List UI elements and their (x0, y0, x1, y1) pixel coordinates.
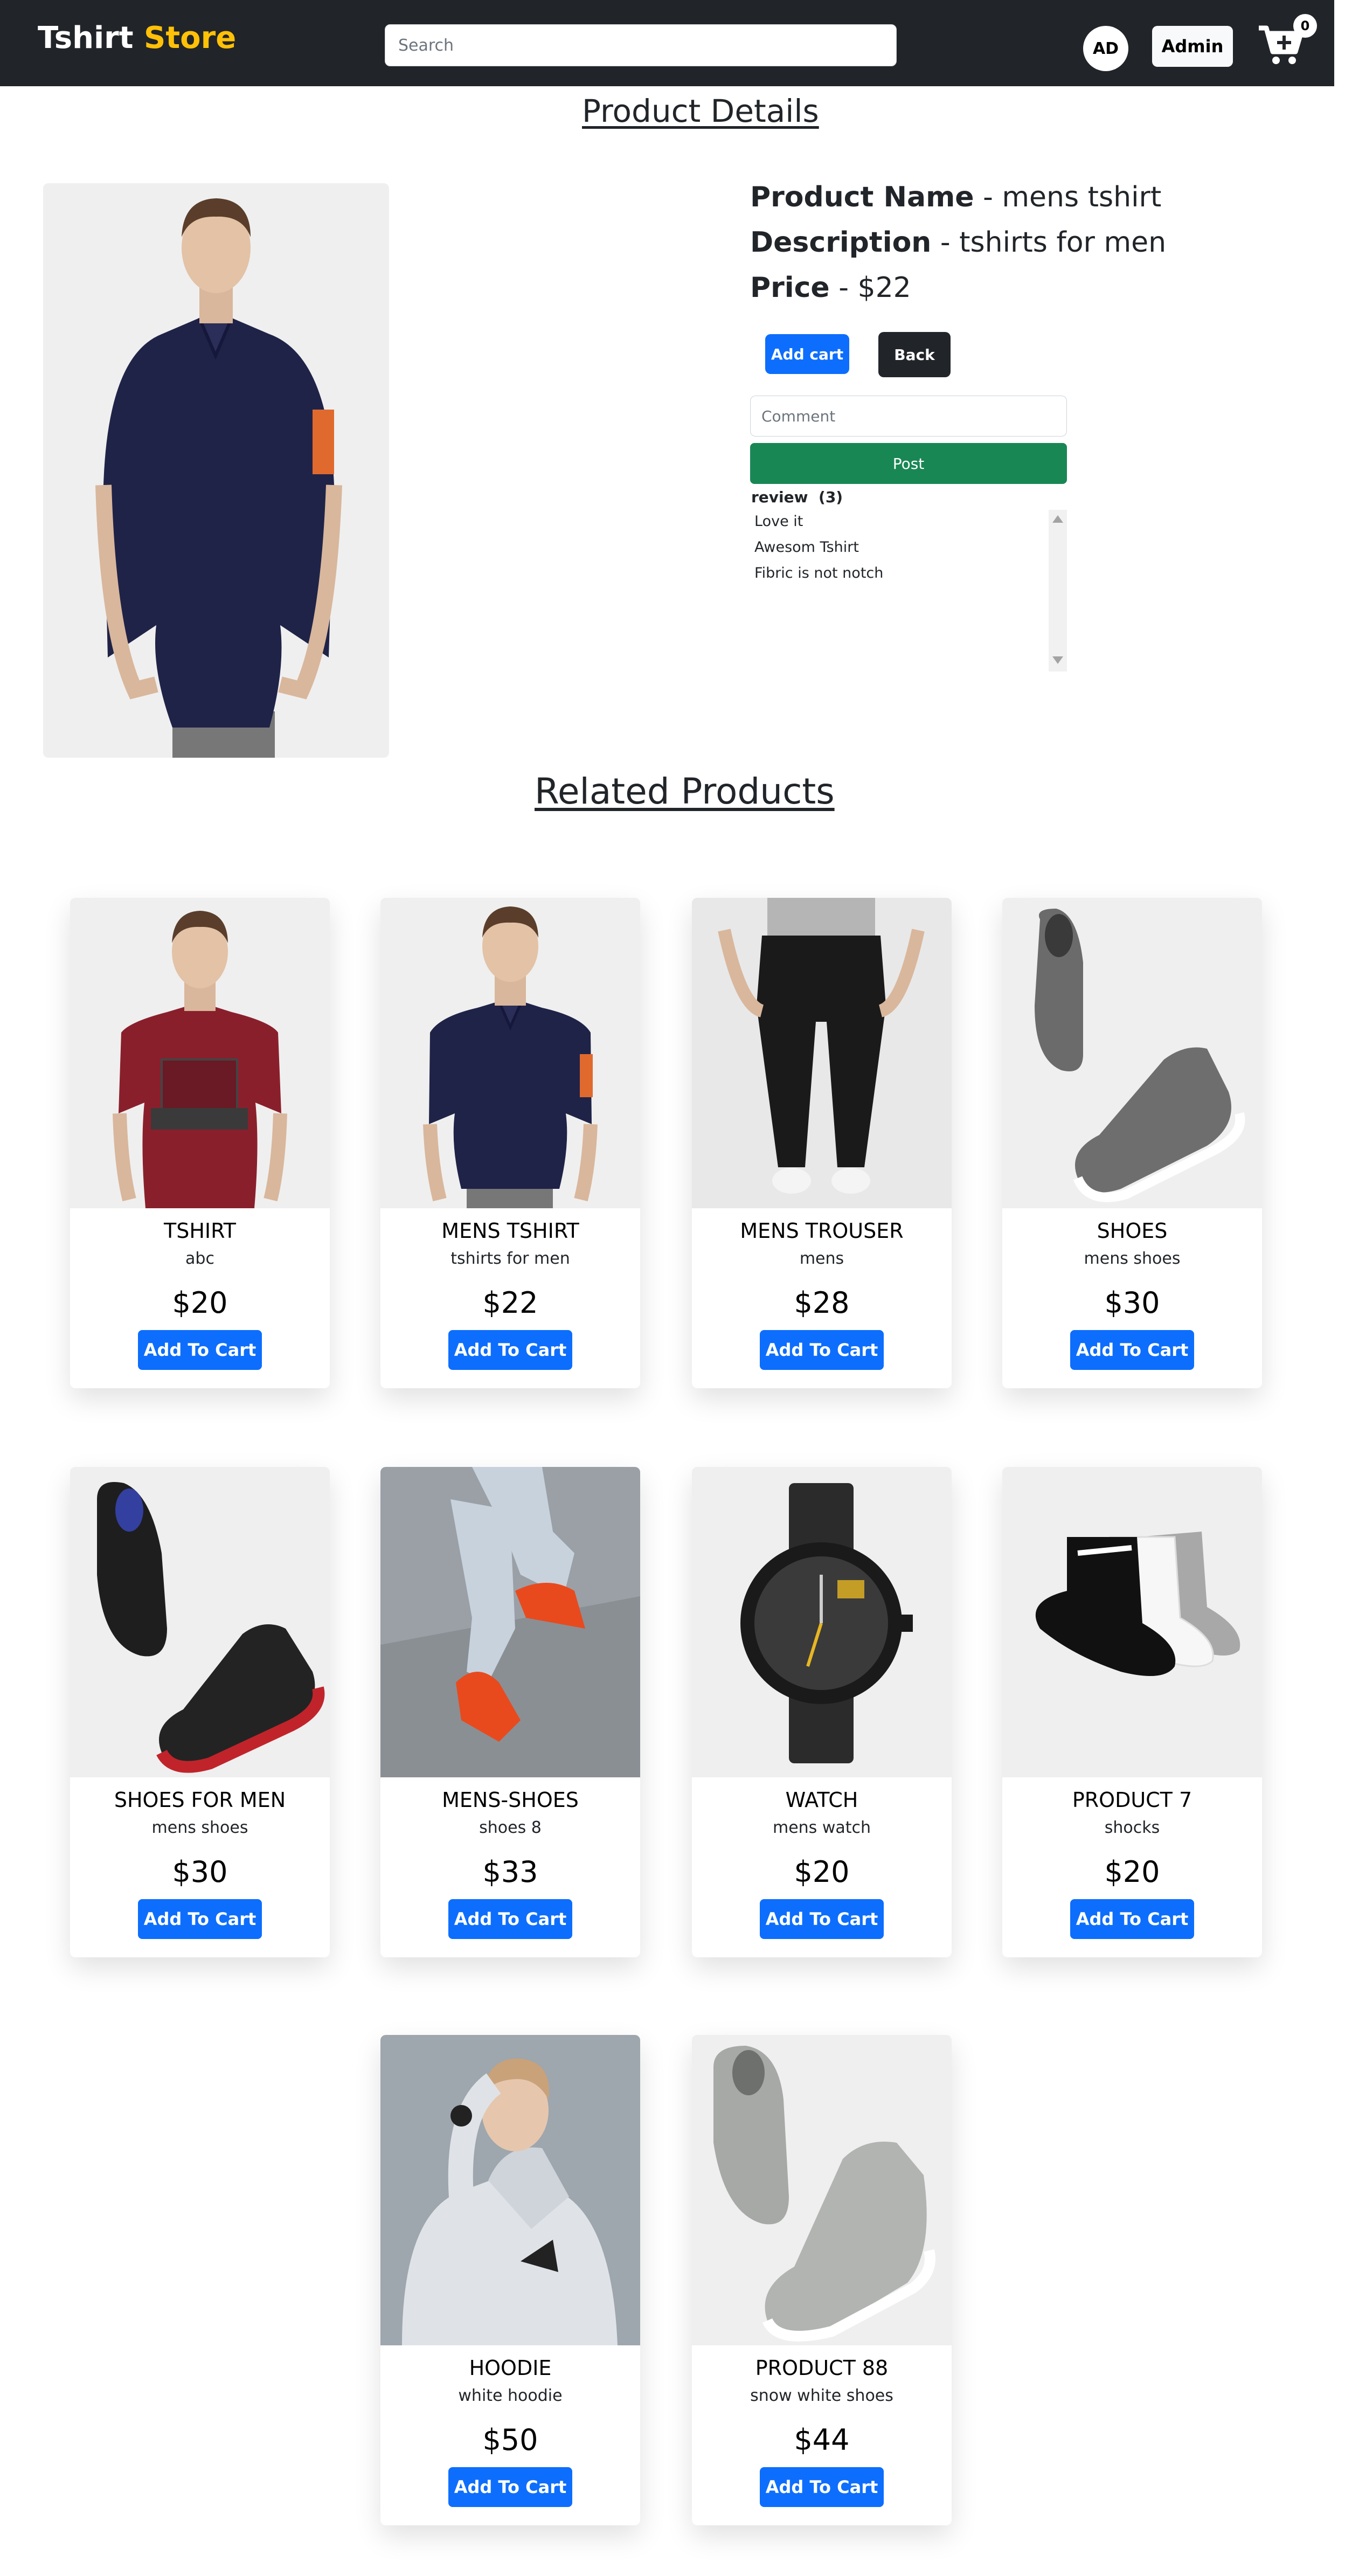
brand-accent: Store (144, 20, 237, 56)
search-input[interactable] (385, 24, 897, 66)
add-to-cart-button[interactable]: Add To Cart (1070, 1899, 1194, 1939)
review-count: (3) (819, 488, 843, 506)
product-card-image[interactable] (380, 2035, 640, 2345)
product-image (43, 183, 389, 758)
product-card-name: TSHIRT (164, 1219, 236, 1243)
product-description-value: tshirts for men (959, 226, 1167, 259)
product-card-name: WATCH (785, 1788, 858, 1812)
product-card-price: $20 (794, 1855, 850, 1889)
review-item: Love it (754, 513, 803, 530)
product-card-image[interactable] (692, 1467, 952, 1777)
product-card-image[interactable] (70, 898, 330, 1208)
admin-button[interactable]: Admin (1152, 26, 1233, 67)
product-card[interactable]: PRODUCT 7 shocks $20 Add To Cart (1002, 1467, 1262, 1957)
product-name-label: Product Name (750, 181, 974, 213)
review-item: Fibric is not notch (754, 565, 884, 581)
brand-main: Tshirt (38, 20, 144, 56)
review-scrollbar[interactable] (1049, 510, 1067, 671)
product-price-label: Price (750, 272, 830, 304)
product-card[interactable]: MENS-SHOES shoes 8 $33 Add To Cart (380, 1467, 640, 1957)
product-card-description: mens shoes (1084, 1249, 1181, 1268)
add-to-cart-button[interactable]: Add To Cart (448, 1899, 572, 1939)
product-name-line: Product Name - mens tshirt (750, 181, 1162, 213)
product-card-description: white hoodie (458, 2386, 563, 2405)
brand-logo[interactable]: Tshirt Store (38, 20, 236, 56)
product-card-description: shoes 8 (479, 1818, 542, 1837)
product-card-description: shocks (1104, 1818, 1160, 1837)
product-card[interactable]: SHOES FOR MEN mens shoes $30 Add To Cart (70, 1467, 330, 1957)
review-label: review (751, 488, 808, 506)
product-card-name: HOODIE (469, 2356, 552, 2380)
product-card[interactable]: PRODUCT 88 snow white shoes $44 Add To C… (692, 2035, 952, 2525)
product-price-value: $22 (857, 272, 911, 304)
product-card-name: SHOES FOR MEN (114, 1788, 286, 1812)
product-card[interactable]: WATCH mens watch $20 Add To Cart (692, 1467, 952, 1957)
product-card-image[interactable] (380, 898, 640, 1208)
add-cart-button[interactable]: Add cart (765, 334, 849, 374)
product-card[interactable]: TSHIRT abc $20 Add To Cart (70, 898, 330, 1388)
product-description-line: Description - tshirts for men (750, 226, 1167, 259)
product-card-price: $33 (482, 1855, 538, 1889)
scroll-down-icon[interactable] (1052, 656, 1063, 664)
product-name-value: mens tshirt (1002, 181, 1162, 213)
product-card-image[interactable] (1002, 898, 1262, 1208)
scroll-up-icon[interactable] (1052, 515, 1063, 523)
product-card[interactable]: MENS TSHIRT tshirts for men $22 Add To C… (380, 898, 640, 1388)
product-card-price: $28 (794, 1286, 850, 1320)
product-card-name: PRODUCT 88 (755, 2356, 889, 2380)
product-card-name: MENS TSHIRT (441, 1219, 579, 1243)
back-button[interactable]: Back (878, 332, 951, 377)
add-to-cart-button[interactable]: Add To Cart (138, 1330, 262, 1370)
product-card-image[interactable] (380, 1467, 640, 1777)
product-card-description: mens shoes (151, 1818, 248, 1837)
review-item: Awesom Tshirt (754, 539, 859, 556)
add-to-cart-button[interactable]: Add To Cart (448, 2467, 572, 2507)
product-card-image[interactable] (70, 1467, 330, 1777)
product-card[interactable]: HOODIE white hoodie $50 Add To Cart (380, 2035, 640, 2525)
product-card-price: $20 (1104, 1855, 1160, 1889)
avatar[interactable]: AD (1083, 26, 1128, 71)
product-card-image[interactable] (692, 2035, 952, 2345)
page-title: Product Details (582, 93, 819, 129)
product-card-description: tshirts for men (450, 1249, 570, 1268)
add-to-cart-button[interactable]: Add To Cart (448, 1330, 572, 1370)
add-to-cart-button[interactable]: Add To Cart (1070, 1330, 1194, 1370)
product-card-price: $50 (482, 2423, 538, 2457)
product-card-description: mens (799, 1249, 844, 1268)
product-card-name: SHOES (1097, 1219, 1168, 1243)
comment-input[interactable] (750, 396, 1067, 437)
product-card-price: $22 (482, 1286, 538, 1320)
product-card-price: $30 (1104, 1286, 1160, 1320)
navbar: Tshirt Store AD Admin 0 (0, 0, 1334, 86)
review-heading: review (3) (751, 488, 843, 506)
product-card-description: mens watch (772, 1818, 871, 1837)
product-card-name: MENS-SHOES (442, 1788, 579, 1812)
cart-count-badge: 0 (1293, 14, 1317, 38)
product-card-price: $20 (172, 1286, 228, 1320)
add-to-cart-button[interactable]: Add To Cart (760, 1899, 884, 1939)
product-card-name: PRODUCT 7 (1072, 1788, 1193, 1812)
product-card-price: $44 (794, 2423, 850, 2457)
product-description-label: Description (750, 226, 932, 259)
review-list: Love it Awesom Tshirt Fibric is not notc… (751, 509, 1067, 670)
product-card-name: MENS TROUSER (740, 1219, 904, 1243)
product-card-description: snow white shoes (750, 2386, 893, 2405)
add-to-cart-button[interactable]: Add To Cart (760, 2467, 884, 2507)
product-card-price: $30 (172, 1855, 228, 1889)
post-button[interactable]: Post (750, 443, 1067, 484)
add-to-cart-button[interactable]: Add To Cart (760, 1330, 884, 1370)
product-card-description: abc (185, 1249, 214, 1268)
product-card-image[interactable] (1002, 1467, 1262, 1777)
related-products-title: Related Products (535, 771, 835, 812)
add-to-cart-button[interactable]: Add To Cart (138, 1899, 262, 1939)
product-card-image[interactable] (692, 898, 952, 1208)
product-card[interactable]: MENS TROUSER mens $28 Add To Cart (692, 898, 952, 1388)
product-card[interactable]: SHOES mens shoes $30 Add To Cart (1002, 898, 1262, 1388)
product-price-line: Price - $22 (750, 272, 911, 304)
